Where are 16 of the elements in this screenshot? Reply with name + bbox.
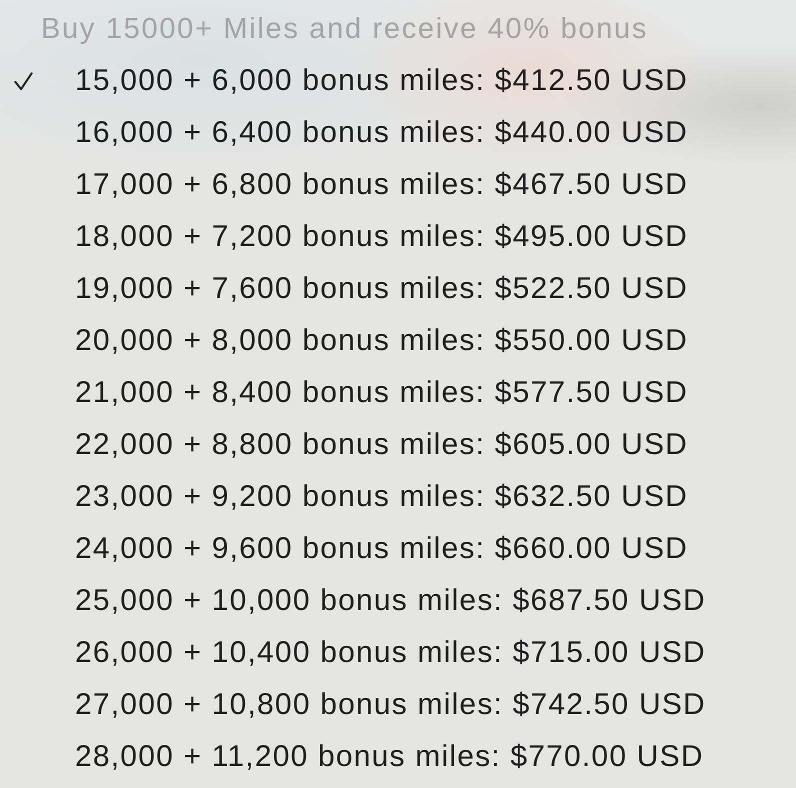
menu-option[interactable]: 21,000 + 8,400 bonus miles: $577.50 USD: [0, 367, 796, 419]
menu-option[interactable]: 19,000 + 7,600 bonus miles: $522.50 USD: [0, 263, 796, 315]
menu-option[interactable]: 27,000 + 10,800 bonus miles: $742.50 USD: [0, 679, 796, 731]
menu-option[interactable]: 28,000 + 11,200 bonus miles: $770.00 USD: [0, 731, 796, 783]
menu-option[interactable]: 24,000 + 9,600 bonus miles: $660.00 USD: [0, 523, 796, 575]
menu-option[interactable]: 25,000 + 10,000 bonus miles: $687.50 USD: [0, 575, 796, 627]
menu-option[interactable]: 23,000 + 9,200 bonus miles: $632.50 USD: [0, 471, 796, 523]
menu-option[interactable]: 22,000 + 8,800 bonus miles: $605.00 USD: [0, 419, 796, 471]
menu-option[interactable]: 20,000 + 8,000 bonus miles: $550.00 USD: [0, 315, 796, 367]
menu-option[interactable]: 17,000 + 6,800 bonus miles: $467.50 USD: [0, 159, 796, 211]
menu-option[interactable]: 16,000 + 6,400 bonus miles: $440.00 USD: [0, 107, 796, 159]
menu-section-header: Buy 15000+ Miles and receive 40% bonus: [40, 12, 650, 46]
menu-option[interactable]: 18,000 + 7,200 bonus miles: $495.00 USD: [0, 211, 796, 263]
menu-option[interactable]: 15,000 + 6,000 bonus miles: $412.50 USD: [0, 55, 796, 107]
checkmark-icon: [14, 72, 33, 90]
menu-option[interactable]: 26,000 + 10,400 bonus miles: $715.00 USD: [0, 627, 796, 679]
